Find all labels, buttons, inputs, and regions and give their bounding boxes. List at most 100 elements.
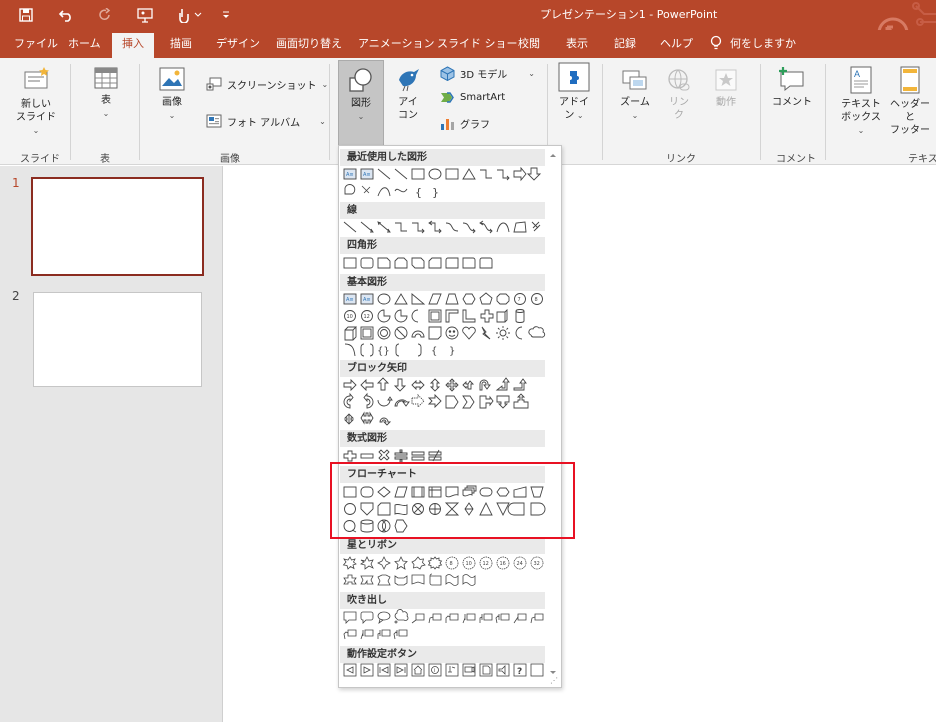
3d-models-label: 3D モデル <box>460 70 508 81</box>
svg-text:A≡: A≡ <box>346 297 354 303</box>
block-arrows-shapes-icon[interactable] <box>342 377 547 428</box>
tab-view[interactable]: 表示 <box>566 35 588 58</box>
tab-insert[interactable]: 挿入 <box>112 33 154 58</box>
tab-draw[interactable]: 描画 <box>170 35 192 58</box>
tab-home[interactable]: ホーム <box>68 35 101 58</box>
smartart-icon <box>441 92 454 103</box>
addins-button[interactable]: アドイ ン ⌄ <box>556 62 592 122</box>
tab-help[interactable]: ヘルプ <box>660 35 693 58</box>
tab-record[interactable]: 記録 <box>614 35 636 58</box>
header-footer-button[interactable]: ヘッダーと フッター <box>890 66 930 137</box>
shape-row-group <box>342 256 552 270</box>
svg-text:}: } <box>432 186 439 199</box>
shape-row-group <box>342 377 552 428</box>
svg-text:10: 10 <box>466 561 472 567</box>
basic-shapes-icon[interactable]: A≡ A≡ 7 8 10 12 {} {} <box>342 292 547 358</box>
tab-slideshow[interactable]: スライド ショー <box>437 35 518 58</box>
screenshot-label: スクリーンショット <box>227 80 317 92</box>
table-label: 表 <box>101 95 111 106</box>
category-basic-shapes: 基本図形 <box>340 274 545 291</box>
category-action-buttons: 動作設定ボタン <box>340 646 545 663</box>
group-separator <box>70 64 71 160</box>
picture-button[interactable]: 画像 ⌄ <box>154 66 190 122</box>
table-icon <box>94 67 118 89</box>
category-block-arrows: ブロック矢印 <box>340 360 545 377</box>
group-label-images: 画像 <box>220 154 240 165</box>
customize-icon[interactable] <box>214 4 238 26</box>
textbox-icon: A <box>850 66 872 94</box>
slide-thumbnail-2[interactable] <box>33 292 202 387</box>
lightbulb-icon <box>710 35 722 50</box>
svg-text:{}: {} <box>377 346 390 357</box>
slide-number-1: 1 <box>12 176 20 190</box>
tab-animations[interactable]: アニメーション <box>358 35 435 58</box>
category-lines: 線 <box>340 202 545 219</box>
chart-label: グラフ <box>460 120 490 131</box>
rectangles-shapes-icon[interactable] <box>342 256 547 270</box>
slide-thumbnail-1[interactable] <box>31 177 204 276</box>
shape-row-group: i? <box>342 663 552 677</box>
3d-models-button[interactable]: 3D モデル ⌄ <box>440 66 535 81</box>
svg-text:7: 7 <box>518 297 521 303</box>
recent-shapes-icon[interactable]: A≡ A≡ {} <box>342 166 547 199</box>
action-buttons-shapes-icon[interactable]: i? <box>342 663 547 677</box>
table-button[interactable]: 表 ⌄ <box>88 66 124 120</box>
svg-text:24: 24 <box>517 561 523 567</box>
tab-transitions[interactable]: 画面切り替え <box>276 35 342 58</box>
svg-text:12: 12 <box>364 314 370 320</box>
chart-button[interactable]: グラフ <box>440 116 490 131</box>
tell-me-search[interactable]: 何をしますか <box>710 35 796 58</box>
action-button[interactable]: 動作 <box>710 68 742 109</box>
chart-icon <box>441 119 454 130</box>
svg-text:A≡: A≡ <box>346 172 354 178</box>
slide-thumbnail-pane: 1 2 <box>0 166 222 722</box>
photo-album-button[interactable]: フォト アルバム ⌄ <box>206 113 326 129</box>
save-icon[interactable] <box>14 4 38 26</box>
group-separator <box>760 64 761 160</box>
redo-icon[interactable] <box>93 4 117 26</box>
comment-button[interactable]: コメント <box>772 66 812 109</box>
undo-icon[interactable] <box>54 4 78 26</box>
screenshot-button[interactable]: スクリーンショット ⌄ <box>206 76 328 92</box>
photo-album-label: フォト アルバム <box>227 117 301 129</box>
tab-review[interactable]: 校閲 <box>518 35 540 58</box>
category-recent-shapes: 最近使用した図形 <box>340 149 545 166</box>
new-slide-label: 新しい スライド <box>16 99 56 123</box>
3d-model-icon <box>440 66 455 81</box>
touch-mode-icon[interactable] <box>172 4 206 26</box>
shapes-gallery-dropdown: 最近使用した図形 A≡ A≡ {} 線 四角形 基本図形 A≡ A≡ 7 8 10… <box>338 145 562 688</box>
new-slide-icon <box>24 67 49 89</box>
shape-row-group <box>342 609 552 642</box>
comment-label: コメント <box>772 97 812 108</box>
tab-file[interactable]: ファイル <box>14 35 58 58</box>
zoom-button[interactable]: ズーム ⌄ <box>616 68 654 122</box>
zoom-label: ズーム <box>620 97 650 108</box>
title-bar: プレゼンテーション1 - PowerPoint <box>0 0 936 30</box>
lines-shapes-icon[interactable] <box>342 220 547 234</box>
equation-shapes-icon[interactable] <box>342 449 547 463</box>
resize-grip-icon[interactable]: ⋰ <box>550 676 558 685</box>
link-button[interactable]: リン ク <box>664 68 694 122</box>
svg-text:8: 8 <box>535 297 538 303</box>
tab-design[interactable]: デザイン <box>216 35 260 58</box>
svg-text:?: ? <box>517 667 522 677</box>
svg-text:A≡: A≡ <box>363 297 371 303</box>
stars-banners-shapes-icon[interactable]: 8 10 12 16 24 32 <box>342 556 547 588</box>
svg-text:{: { <box>415 186 422 199</box>
link-globe-icon <box>668 69 690 91</box>
textbox-button[interactable]: A テキスト ボックス ⌄ <box>838 66 884 137</box>
svg-text:{: { <box>431 346 437 357</box>
smartart-button[interactable]: SmartArt <box>440 91 505 104</box>
callouts-shapes-icon[interactable] <box>342 609 547 642</box>
dropdown-scrollbar[interactable] <box>547 154 559 674</box>
category-stars-banners: 星とリボン <box>340 537 545 554</box>
new-slide-button[interactable]: 新しい スライド ⌄ <box>12 66 60 137</box>
slide-editing-canvas[interactable] <box>222 166 936 722</box>
action-label: 動作 <box>716 97 736 108</box>
present-icon[interactable] <box>133 4 157 26</box>
icons-label: アイ コン <box>398 97 418 121</box>
shapes-button[interactable]: 図形 ⌄ <box>338 60 384 146</box>
group-separator <box>139 64 140 160</box>
group-label-slides: スライド <box>20 154 60 165</box>
icons-button[interactable]: アイ コン <box>390 64 426 122</box>
